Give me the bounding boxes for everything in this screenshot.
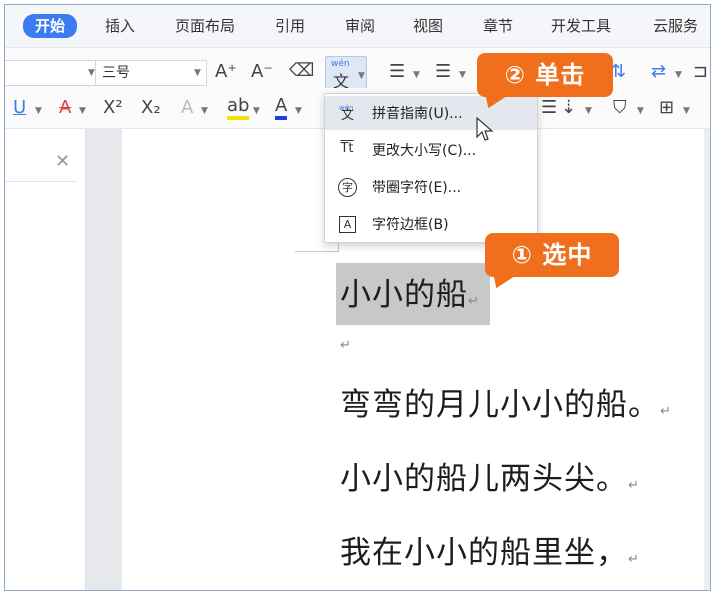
font-size-value: 三号: [102, 65, 130, 81]
chevron-down-icon[interactable]: ▼: [295, 106, 302, 116]
tab-review[interactable]: 审阅: [345, 15, 375, 37]
line-spacing-icon[interactable]: ⇄: [651, 60, 666, 84]
change-case-icon: Tt: [340, 141, 354, 156]
tab-references[interactable]: 引用: [275, 15, 305, 37]
doc-line-title[interactable]: 小小的船↵: [340, 269, 480, 314]
chevron-down-icon[interactable]: ▼: [585, 106, 592, 116]
borders-icon[interactable]: ⊞: [659, 96, 674, 120]
subscript-icon[interactable]: X₂: [141, 96, 161, 120]
numbered-list-icon[interactable]: ☰: [435, 60, 451, 84]
paragraph-mark: ↵: [340, 338, 352, 353]
empty-paragraph[interactable]: ↵: [340, 337, 352, 353]
wps-writer-window: 开始 插入 页面布局 引用 审阅 视图 章节 开发工具 云服务 ▼ 三号 ▼ A…: [4, 4, 711, 591]
strikethrough-icon[interactable]: A: [59, 96, 71, 120]
doc-line-3[interactable]: 我在小小的船里坐，↵: [340, 527, 640, 572]
chevron-down-icon[interactable]: ▼: [459, 70, 466, 80]
navigation-pane: ✕: [5, 129, 86, 590]
chevron-down-icon[interactable]: ▼: [358, 71, 365, 81]
character-border-icon: A: [339, 216, 356, 233]
font-size-combobox[interactable]: 三号 ▼: [95, 60, 207, 86]
paragraph-mark: ↵: [660, 404, 672, 419]
paragraph-mark: ↵: [468, 294, 480, 309]
more-icon[interactable]: ⊐: [693, 60, 708, 84]
tab-insert[interactable]: 插入: [105, 15, 135, 37]
tab-view[interactable]: 视图: [413, 15, 443, 37]
vertical-scrollbar[interactable]: [704, 129, 710, 590]
sort-icon[interactable]: ⇅: [611, 60, 626, 84]
page-gutter: [86, 129, 122, 590]
text-effect-icon[interactable]: A: [181, 96, 193, 120]
phonetic-guide-dropdown-menu: wén 文 拼音指南(U)... Tt 更改大小写(C)... 字 带圈字符(E)…: [324, 93, 538, 243]
menu-item-phonetic-guide[interactable]: wén 文 拼音指南(U)...: [325, 96, 537, 130]
enclosed-character-icon: 字: [338, 178, 357, 197]
chevron-down-icon[interactable]: ▼: [79, 106, 86, 116]
grow-font-icon[interactable]: A⁺: [215, 60, 237, 84]
phonetic-guide-button[interactable]: wén 文 ▼: [325, 56, 367, 91]
font-color-icon[interactable]: A: [275, 94, 288, 120]
bullet-list-icon[interactable]: ☰: [389, 60, 405, 84]
tab-cloud-services[interactable]: 云服务: [653, 15, 698, 37]
chevron-down-icon[interactable]: ▼: [194, 61, 201, 85]
margin-mark: [295, 251, 339, 252]
doc-line-1[interactable]: 弯弯的月儿小小的船。↵: [340, 379, 672, 424]
ribbon-tab-bar: 开始 插入 页面布局 引用 审阅 视图 章节 开发工具 云服务: [5, 5, 710, 48]
doc-line-2[interactable]: 小小的船儿两头尖。↵: [340, 453, 640, 498]
superscript-icon[interactable]: X²: [103, 96, 123, 120]
menu-item-change-case[interactable]: Tt 更改大小写(C)...: [325, 133, 537, 167]
shading-icon[interactable]: ⛉: [613, 96, 627, 120]
chevron-down-icon[interactable]: ▼: [253, 106, 260, 116]
divider: [5, 181, 77, 182]
underline-icon[interactable]: U: [13, 96, 26, 120]
menu-item-enclose-characters[interactable]: 字 带圈字符(E)...: [325, 170, 537, 204]
font-name-combobox[interactable]: ▼: [5, 60, 99, 86]
chevron-down-icon[interactable]: ▼: [35, 106, 42, 116]
clear-format-icon[interactable]: ⌫: [289, 59, 314, 83]
chevron-down-icon[interactable]: ▼: [413, 70, 420, 80]
shrink-font-icon[interactable]: A⁻: [251, 60, 273, 84]
align-icon[interactable]: ☰: [541, 96, 557, 120]
chevron-down-icon[interactable]: ▼: [675, 70, 682, 80]
tab-home[interactable]: 开始: [23, 14, 78, 38]
chevron-down-icon[interactable]: ▼: [637, 106, 644, 116]
callout-step-2: ② 单击: [477, 53, 613, 97]
callout-step-1: ① 选中: [485, 233, 619, 277]
tab-chapter[interactable]: 章节: [483, 15, 513, 37]
close-icon[interactable]: ✕: [55, 151, 70, 172]
mouse-pointer-icon: [476, 117, 494, 141]
tab-page-layout[interactable]: 页面布局: [175, 15, 235, 37]
paragraph-mark: ↵: [628, 552, 640, 567]
highlight-icon[interactable]: ab: [227, 94, 250, 120]
indent-icon[interactable]: ⇣: [561, 96, 576, 120]
chevron-down-icon[interactable]: ▼: [88, 68, 95, 78]
tab-developer-tools[interactable]: 开发工具: [551, 15, 611, 37]
chevron-down-icon[interactable]: ▼: [683, 106, 690, 116]
paragraph-mark: ↵: [628, 478, 640, 493]
chevron-down-icon[interactable]: ▼: [201, 106, 208, 116]
pinyin-icon: wén 文: [339, 104, 355, 123]
